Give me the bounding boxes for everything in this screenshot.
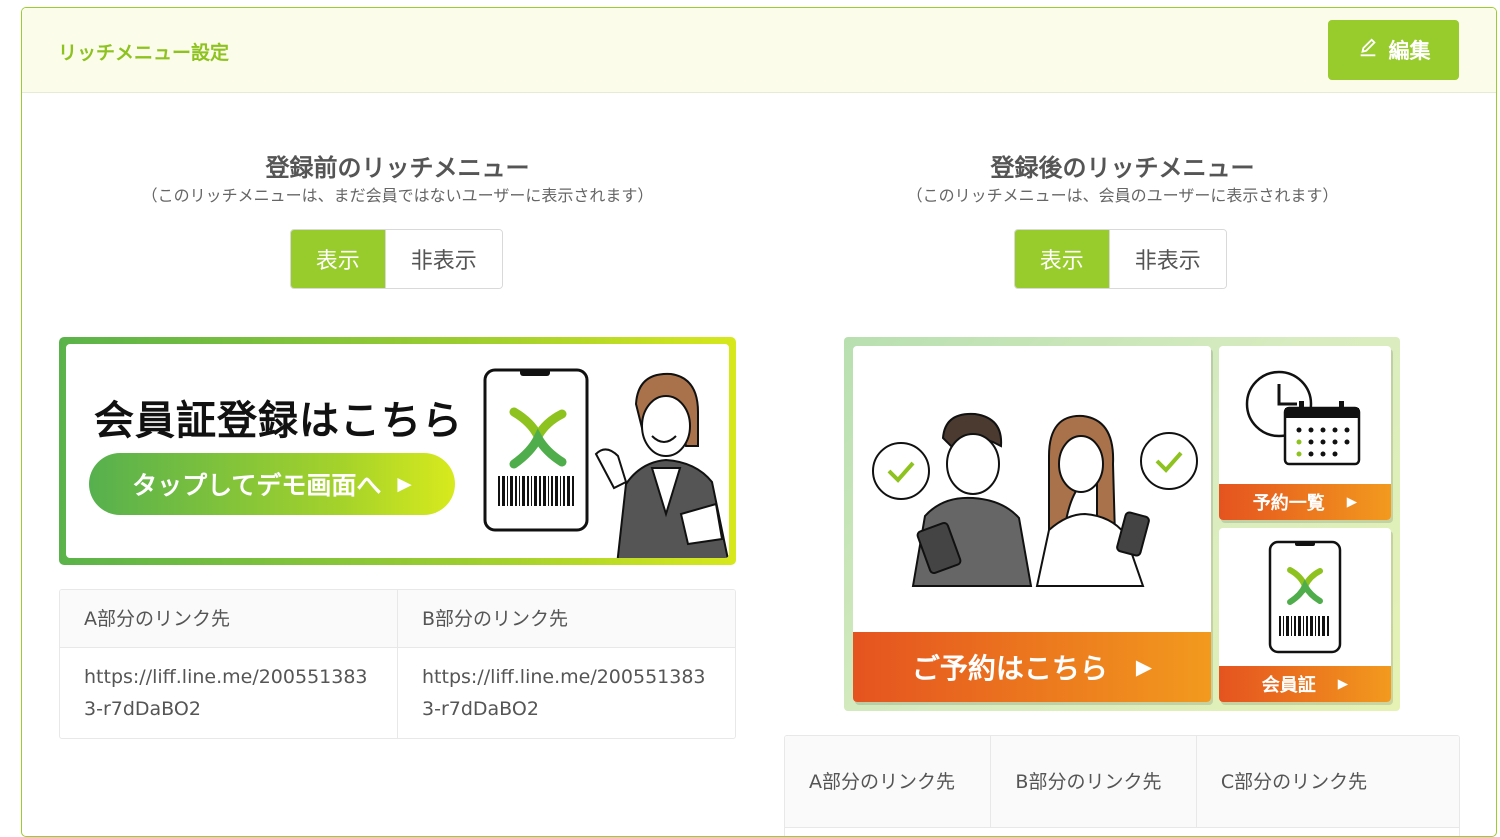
table-header-a: A部分のリンク先	[785, 736, 991, 828]
member-card-button[interactable]: 会員証 ▶	[1219, 666, 1391, 702]
link-a-url[interactable]: https://liff.line.me/2005513833-r7dDaBO2	[60, 648, 397, 738]
after-menu-subtitle: （このリッチメニューは、会員のユーザーに表示されます）	[906, 186, 1339, 205]
rich-menu-settings-panel: リッチメニュー設定 編集 登録前のリッチメニュー （このリッチメニューは、まだ会…	[21, 7, 1497, 837]
demo-tap-button[interactable]: タップしてデモ画面へ ▶	[89, 453, 455, 515]
reservation-list-button[interactable]: 予約一覧 ▶	[1219, 484, 1391, 520]
pencil-icon	[1357, 37, 1379, 64]
phone-card-illustration	[1268, 540, 1342, 654]
table-header-b: B部分のリンク先	[397, 590, 735, 648]
couple-illustration	[872, 412, 1198, 587]
after-link-table: A部分のリンク先 B部分のリンク先 C部分のリンク先	[784, 735, 1460, 836]
edit-button[interactable]: 編集	[1328, 20, 1459, 80]
play-triangle-icon: ▶	[1346, 494, 1358, 510]
clock-calendar-illustration	[1245, 370, 1361, 466]
before-visibility-toggle: 表示 非表示	[290, 229, 503, 289]
before-menu-title: 登録前のリッチメニュー	[265, 154, 530, 182]
reservation-area[interactable]: ご予約はこちら ▶	[853, 346, 1211, 702]
table-header-a: A部分のリンク先	[60, 590, 397, 648]
reservation-label: ご予約はこちら	[911, 652, 1108, 685]
before-hide-option[interactable]: 非表示	[384, 230, 502, 288]
link-b-url[interactable]: https://liff.line.me/2005513833-r7dDaBO2	[397, 648, 735, 738]
before-link-table: A部分のリンク先 B部分のリンク先 https://liff.line.me/2…	[59, 589, 736, 739]
member-card-illustration	[483, 368, 729, 558]
after-menu-title: 登録後のリッチメニュー	[990, 154, 1255, 182]
after-hide-option[interactable]: 非表示	[1108, 230, 1226, 288]
member-card-area[interactable]: 会員証 ▶	[1219, 528, 1391, 702]
table-header-b: B部分のリンク先	[990, 736, 1196, 828]
reservation-button[interactable]: ご予約はこちら ▶	[853, 632, 1211, 702]
after-visibility-toggle: 表示 非表示	[1014, 229, 1227, 289]
before-menu-subtitle: （このリッチメニューは、まだ会員ではないユーザーに表示されます）	[141, 186, 654, 205]
before-show-option[interactable]: 表示	[291, 230, 385, 288]
play-triangle-icon: ▶	[397, 473, 412, 495]
edit-button-label: 編集	[1388, 39, 1431, 63]
table-header-c: C部分のリンク先	[1195, 736, 1459, 828]
after-rich-menu-image: ご予約はこちら ▶ 予約一覧 ▶ 会員証 ▶	[844, 337, 1400, 711]
panel-title: リッチメニュー設定	[58, 42, 230, 64]
banner-headline: 会員証登録はこちら	[94, 398, 463, 444]
panel-header: リッチメニュー設定 編集	[22, 8, 1496, 93]
table-row: https://liff.line.me/2005513833-r7dDaBO2…	[60, 648, 735, 738]
before-rich-menu-image[interactable]: 会員証登録はこちら タップしてデモ画面へ ▶	[59, 337, 736, 565]
after-show-option[interactable]: 表示	[1015, 230, 1109, 288]
reservation-list-label: 予約一覧	[1252, 493, 1325, 514]
play-triangle-icon: ▶	[1135, 655, 1153, 679]
demo-tap-label: タップしてデモ画面へ	[132, 471, 382, 500]
play-triangle-icon: ▶	[1337, 676, 1349, 692]
reservation-list-area[interactable]: 予約一覧 ▶	[1219, 346, 1391, 520]
member-card-label: 会員証	[1261, 675, 1316, 696]
